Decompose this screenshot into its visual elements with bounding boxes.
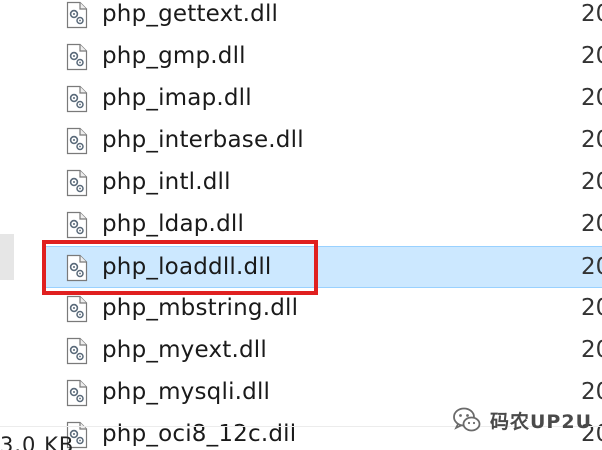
file-name: php_loaddll.dll (102, 254, 272, 280)
file-name: php_myext.dll (102, 337, 267, 363)
file-date-modified: 20 (581, 85, 602, 111)
explorer-window: php_gettext.dll20php_gmp.dll20php_imap.d… (0, 0, 602, 450)
file-name: php_ldap.dll (102, 211, 245, 237)
file-date-modified: 20 (581, 295, 602, 321)
file-name: php_gettext.dll (102, 1, 279, 27)
file-date-modified: 20 (581, 337, 602, 363)
file-name: php_oci8_12c.dll (102, 421, 297, 447)
file-row[interactable]: php_imap.dll 20 (42, 78, 602, 120)
file-row[interactable]: php_myext.dll 20 (42, 330, 602, 372)
dll-file-gear-icon (66, 127, 88, 155)
file-row-selected[interactable]: php_loaddll.dll 20 (42, 246, 602, 288)
dll-file-gear-icon (66, 85, 88, 113)
dll-file-gear-icon (66, 254, 88, 282)
dll-file-gear-icon (66, 295, 88, 323)
file-name: php_intl.dll (102, 169, 231, 195)
file-date-modified: 20 (581, 211, 602, 237)
watermark: 码农UP2U (452, 402, 592, 438)
file-row[interactable]: php_gmp.dll 20 (42, 36, 602, 78)
wechat-logo-icon (453, 407, 481, 432)
file-row[interactable]: php_intl.dll 20 (42, 162, 602, 204)
status-bar-size: 3.0 KB (0, 433, 75, 450)
file-name: php_mysqli.dll (102, 379, 271, 405)
file-name: php_gmp.dll (102, 43, 246, 69)
dll-file-gear-icon (66, 1, 88, 29)
dll-file-gear-icon (66, 169, 88, 197)
watermark-text: 码农UP2U (490, 410, 593, 433)
dll-file-gear-icon (66, 211, 88, 239)
dll-file-gear-icon (66, 379, 88, 407)
dll-file-gear-icon (66, 43, 88, 71)
file-row[interactable]: php_mbstring.dll 20 (42, 288, 602, 330)
file-date-modified: 20 (581, 169, 602, 195)
navigation-pane-edge (0, 234, 14, 280)
file-date-modified: 20 (581, 127, 602, 153)
file-date-modified: 20 (581, 43, 602, 69)
dll-file-gear-icon (66, 337, 88, 365)
file-date-modified: 20 (581, 254, 602, 280)
file-name: php_interbase.dll (102, 127, 304, 153)
file-name: php_mbstring.dll (102, 295, 299, 321)
file-row[interactable]: php_gettext.dll 20 (42, 0, 602, 36)
file-row[interactable]: php_interbase.dll 20 (42, 120, 602, 162)
file-date-modified: 20 (581, 1, 602, 27)
file-name: php_imap.dll (102, 85, 252, 111)
file-row[interactable]: php_ldap.dll 20 (42, 204, 602, 246)
